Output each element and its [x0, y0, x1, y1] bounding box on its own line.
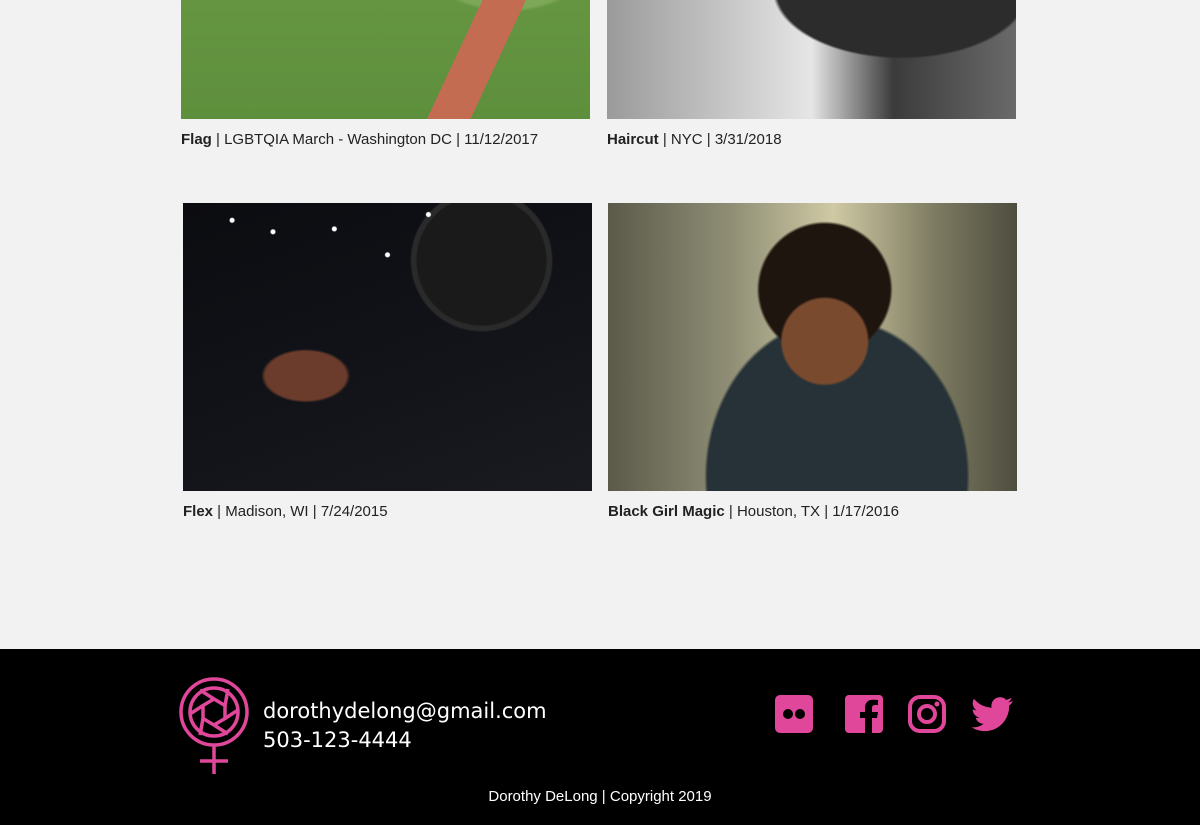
gallery-item-black-girl-magic[interactable]: Black Girl Magic | Houston, TX | 1/17/20…: [608, 203, 1017, 521]
photo-caption: Flag | LGBTQIA March - Washington DC | 1…: [181, 131, 590, 149]
email-link[interactable]: dorothydelong@gmail.com: [263, 697, 547, 726]
gallery-item-flex[interactable]: Flex | Madison, WI | 7/24/2015: [183, 203, 592, 521]
photo-title: Flag: [181, 131, 212, 148]
photo-caption: Black Girl Magic | Houston, TX | 1/17/20…: [608, 503, 1017, 521]
gallery-item-flag[interactable]: Flag | LGBTQIA March - Washington DC | 1…: [181, 0, 590, 149]
photo-title: Haircut: [607, 131, 659, 148]
photo-flag[interactable]: [181, 0, 590, 119]
photo-details: | NYC | 3/31/2018: [658, 131, 782, 148]
gallery-item-haircut[interactable]: Haircut | NYC | 3/31/2018: [607, 0, 1016, 149]
contact-info: dorothydelong@gmail.com 503-123-4444: [263, 697, 547, 755]
photo-details: | Houston, TX | 1/17/2016: [724, 503, 900, 520]
photo-gallery: Flag | LGBTQIA March - Washington DC | 1…: [0, 0, 1200, 650]
photo-caption: Flex | Madison, WI | 7/24/2015: [183, 503, 592, 521]
phone-number[interactable]: 503-123-4444: [263, 726, 547, 755]
photo-title: Black Girl Magic: [608, 503, 725, 520]
photo-flex[interactable]: [183, 203, 592, 491]
photo-details: | Madison, WI | 7/24/2015: [213, 503, 388, 520]
social-links: [773, 693, 1018, 737]
gym-lights: [183, 203, 592, 491]
twitter-icon[interactable]: [970, 693, 1015, 735]
photo-caption: Haircut | NYC | 3/31/2018: [607, 131, 1016, 149]
photo-details: | LGBTQIA March - Washington DC | 11/12/…: [211, 131, 539, 148]
photo-black-girl-magic[interactable]: [608, 203, 1017, 491]
flickr-icon[interactable]: [773, 693, 815, 735]
copyright-text: Dorothy DeLong | Copyright 2019: [488, 788, 712, 805]
camera-aperture-venus-logo: [179, 677, 249, 774]
facebook-icon[interactable]: [843, 693, 885, 735]
photo-haircut[interactable]: [607, 0, 1016, 119]
site-footer: dorothydelong@gmail.com 503-123-4444 Dor…: [0, 649, 1200, 825]
instagram-icon[interactable]: [906, 693, 948, 735]
photo-title: Flex: [183, 503, 214, 520]
